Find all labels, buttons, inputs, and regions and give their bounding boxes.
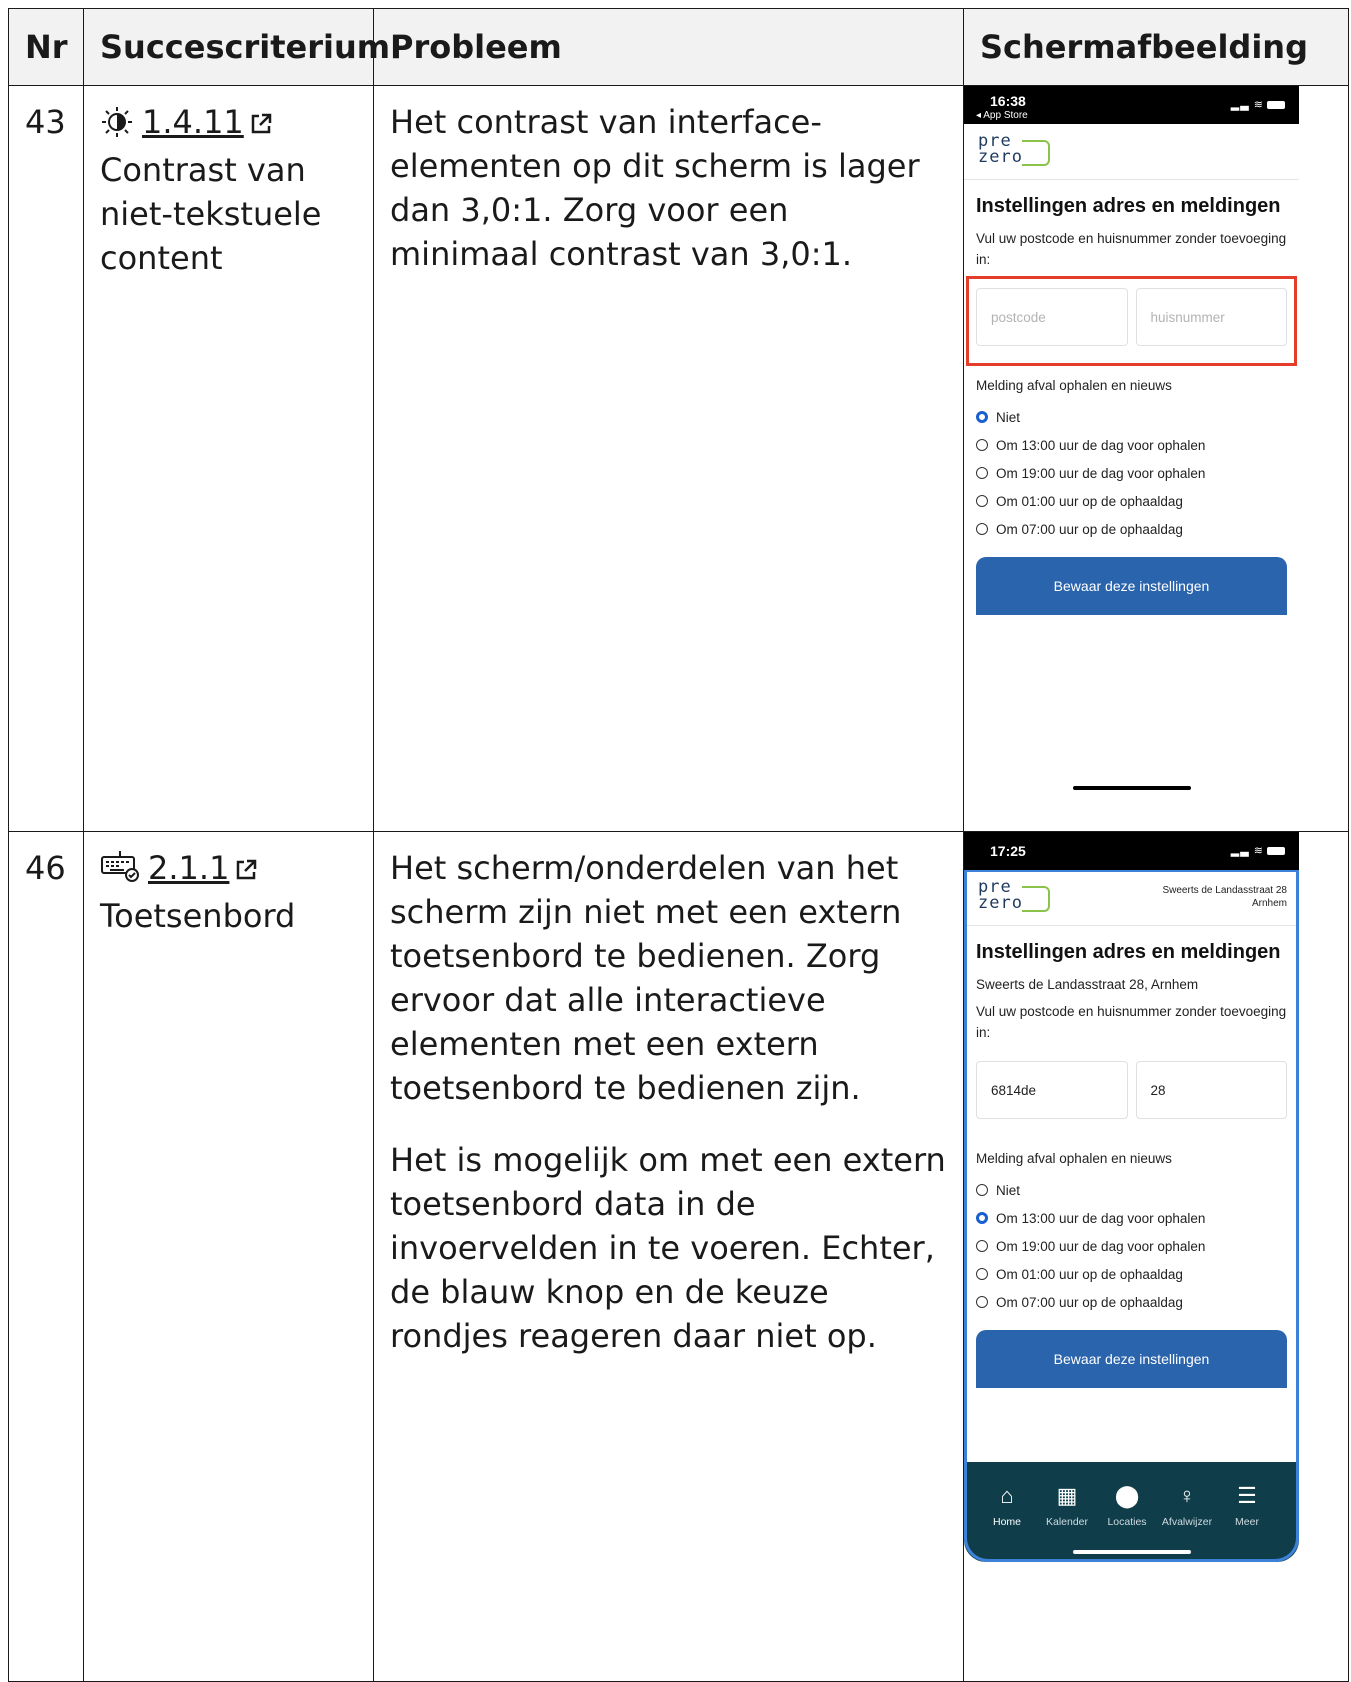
problem-text: Het scherm/onderdelen van het scherm zij… <box>390 849 902 1107</box>
location-pin-icon: ⬤ <box>1114 1483 1140 1508</box>
radio-option[interactable]: Om 13:00 uur de dag voor ophalen <box>976 1204 1287 1232</box>
radio-unselected-icon <box>976 495 988 507</box>
criterion-link[interactable]: 1.4.11 <box>142 103 272 141</box>
calendar-icon: ▦ <box>1056 1483 1078 1508</box>
radio-selected-icon <box>976 1212 988 1224</box>
housenumber-input[interactable]: 28 <box>1135 1061 1287 1119</box>
nav-locaties[interactable]: ⬤ Locaties <box>1097 1483 1157 1529</box>
status-bar: 16:38 ◂ App Store ▂▃ ≋ <box>964 86 1299 124</box>
app-store-back-link[interactable]: ◂ App Store <box>976 110 1028 121</box>
radio-option[interactable]: Om 19:00 uur de dag voor ophalen <box>976 459 1287 487</box>
contrast-highlight-box <box>966 276 1297 366</box>
battery-icon <box>1267 847 1285 856</box>
current-address: Sweerts de Landasstraat 28, Arnhem <box>976 977 1199 992</box>
nav-kalender[interactable]: ▦ Kalender <box>1037 1483 1097 1529</box>
header-criterion: Succescriterium <box>83 8 390 86</box>
header-address: Sweerts de Landasstraat 28 Arnhem <box>1162 885 1287 909</box>
instruction-text: Vul uw postcode en huisnummer zonder toe… <box>976 1004 1287 1040</box>
header-problem: Probleem <box>373 8 964 86</box>
radio-option[interactable]: Om 19:00 uur de dag voor ophalen <box>976 1232 1287 1260</box>
address-inputs: 6814de 28 <box>976 1053 1287 1127</box>
page-title: Instellingen adres en meldingen <box>976 195 1281 217</box>
app-header: pre zero <box>964 124 1299 180</box>
radio-option[interactable]: Niet <box>976 403 1287 431</box>
nav-meer[interactable]: ☰ Meer <box>1217 1483 1277 1529</box>
address-inputs: postcode huisnummer <box>966 276 1297 366</box>
page-title: Instellingen adres en meldingen <box>976 941 1281 963</box>
table-row: 43 1.4.11 Contrast van niet-tekstuele co… <box>8 85 1349 832</box>
nav-afvalwijzer[interactable]: ♀ Afvalwijzer <box>1157 1483 1217 1529</box>
prezero-logo: pre zero <box>978 879 1058 914</box>
instruction-text: Vul uw postcode en huisnummer zonder toe… <box>976 231 1287 267</box>
radio-unselected-icon <box>976 523 988 535</box>
external-link-icon <box>250 102 272 134</box>
status-bar: 17:25 ▂▃ ≋ <box>964 832 1299 870</box>
save-settings-button[interactable]: Bewaar deze instellingen <box>976 1330 1287 1388</box>
radio-unselected-icon <box>976 1240 988 1252</box>
radio-option[interactable]: Om 13:00 uur de dag voor ophalen <box>976 431 1287 459</box>
radio-unselected-icon <box>976 1268 988 1280</box>
radio-option[interactable]: Niet <box>976 1176 1287 1204</box>
row-number: 46 <box>25 849 66 887</box>
criterion-link[interactable]: 2.1.1 <box>148 849 257 887</box>
header-screenshot: Schermafbeelding <box>963 8 1349 86</box>
lightbulb-icon: ♀ <box>1178 1483 1196 1508</box>
table-row: 46 2.1.1 Toetsenbord Het scherm/onderdel… <box>8 831 1349 1682</box>
contrast-icon <box>100 104 134 148</box>
header-row: Nr Succescriterium Probleem Schermafbeel… <box>8 8 1349 86</box>
radio-unselected-icon <box>976 439 988 451</box>
app-screenshot: 16:38 ◂ App Store ▂▃ ≋ pre zero Instelli… <box>964 86 1299 798</box>
battery-icon <box>1267 101 1285 110</box>
app-screenshot: 17:25 ▂▃ ≋ pre zero Sweerts de Landasstr… <box>964 832 1299 1562</box>
header-nr: Nr <box>8 8 84 86</box>
bottom-navigation: ⌂ Home ▦ Kalender ⬤ Locaties ♀ Afvalwijzer ☰… <box>964 1462 1299 1562</box>
status-icons: ▂▃ ≋ <box>1231 98 1285 111</box>
radio-option[interactable]: Om 07:00 uur op de ophaaldag <box>976 1288 1287 1316</box>
problem-text: Het contrast van interface-elementen op … <box>390 103 920 273</box>
postcode-input[interactable]: 6814de <box>976 1061 1128 1119</box>
criterion-name: Contrast van niet-tekstuele content <box>100 151 322 277</box>
status-time: 17:25 <box>990 843 1026 859</box>
radio-option[interactable]: Om 07:00 uur op de ophaaldag <box>976 515 1287 543</box>
radio-unselected-icon <box>976 467 988 479</box>
list-icon: ☰ <box>1237 1483 1257 1508</box>
status-icons: ▂▃ ≋ <box>1231 844 1285 857</box>
save-settings-button[interactable]: Bewaar deze instellingen <box>976 557 1287 615</box>
status-time: 16:38 <box>990 93 1026 109</box>
home-indicator <box>1072 1550 1191 1554</box>
prezero-logo: pre zero <box>978 133 1058 168</box>
home-icon: ⌂ <box>1000 1483 1014 1508</box>
radio-unselected-icon <box>976 1296 988 1308</box>
notification-label: Melding afval ophalen en nieuws <box>976 1151 1172 1166</box>
radio-option[interactable]: Om 01:00 uur op de ophaaldag <box>976 1260 1287 1288</box>
keyboard-icon <box>100 849 140 894</box>
notification-label: Melding afval ophalen en nieuws <box>976 378 1172 393</box>
criterion-name: Toetsenbord <box>100 897 296 935</box>
app-header: pre zero Sweerts de Landasstraat 28 Arnh… <box>964 870 1299 926</box>
row-number: 43 <box>25 103 66 141</box>
home-indicator <box>1072 786 1191 790</box>
radio-option[interactable]: Om 01:00 uur op de ophaaldag <box>976 487 1287 515</box>
radio-selected-icon <box>976 411 988 423</box>
problem-text: Het is mogelijk om met een extern toetse… <box>390 1141 946 1355</box>
nav-home[interactable]: ⌂ Home <box>977 1483 1037 1529</box>
external-link-icon <box>235 848 257 880</box>
audit-table: Nr Succescriterium Probleem Schermafbeel… <box>8 8 1349 1682</box>
radio-unselected-icon <box>976 1184 988 1196</box>
